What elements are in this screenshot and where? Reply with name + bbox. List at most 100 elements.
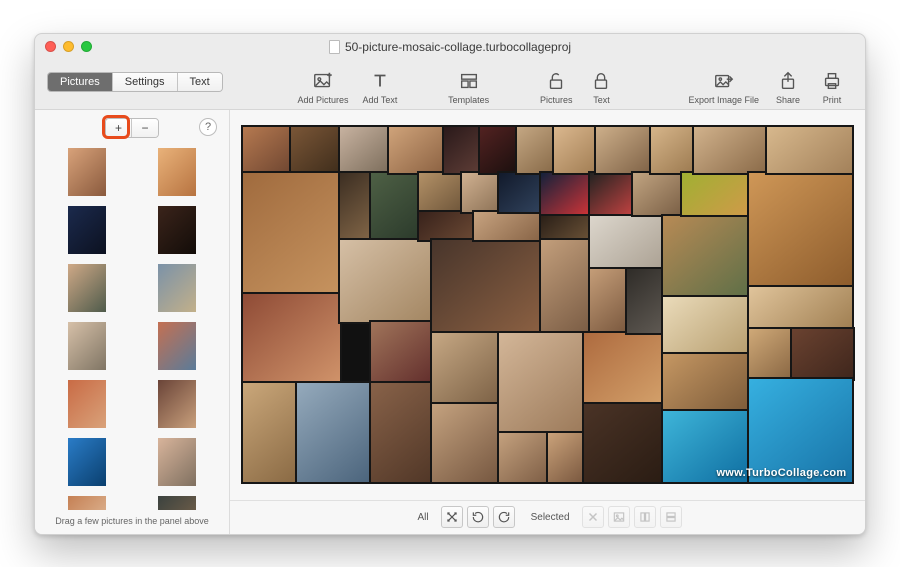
canvas-wrap: www.TurboCollage.com [230,110,865,500]
help-button[interactable]: ? [199,118,217,136]
collage-tile[interactable] [633,173,682,216]
collage-tile[interactable] [663,216,748,298]
flip-h-selected-button[interactable] [634,506,656,528]
collage-tile[interactable] [243,383,298,483]
collage-tile[interactable] [694,127,767,173]
add-text-button[interactable]: Add Text [357,61,404,105]
lock-text-button[interactable]: Text [580,61,622,105]
tab-pictures[interactable]: Pictures [48,73,113,91]
window-title-text: 50-picture-mosaic-collage.turbocollagepr… [345,40,571,54]
collage-tile[interactable] [371,383,432,483]
collage-tile[interactable] [541,216,590,241]
collage-tile[interactable] [371,322,432,383]
thumbnail[interactable] [158,206,196,254]
templates-button[interactable]: Templates [442,61,495,105]
thumbnail-list[interactable] [35,140,229,510]
collage-tile[interactable] [474,212,541,240]
refresh-all-button[interactable] [493,506,515,528]
add-remove-group: + − [105,118,159,138]
collage-tile[interactable] [297,383,370,483]
thumbnail[interactable] [68,380,106,428]
collage-tile[interactable] [291,127,340,173]
collage-tile[interactable] [444,127,481,173]
collage-tile[interactable] [432,333,499,404]
thumbnail[interactable] [158,380,196,428]
collage-tile[interactable] [749,287,853,330]
document-icon [329,40,340,54]
collage-tile[interactable] [663,354,748,411]
thumbnail[interactable] [158,496,196,510]
collage-tile[interactable] [499,433,548,483]
delete-selected-button[interactable] [582,506,604,528]
thumbnail[interactable] [68,206,106,254]
picture-plus-icon [312,70,334,92]
image-icon [612,510,626,524]
thumbnail[interactable] [158,438,196,486]
collage-tile[interactable] [371,173,420,241]
collage-tile[interactable] [541,173,590,216]
add-picture-button[interactable]: + [106,119,132,137]
collage-tile[interactable] [419,212,474,240]
thumbnail[interactable] [158,322,196,370]
share-button[interactable]: Share [767,61,809,105]
thumbnail[interactable] [68,264,106,312]
collage-tile[interactable] [419,173,462,212]
columns-icon [638,510,652,524]
selected-buttons-group [582,506,682,528]
collage-tile[interactable] [590,216,663,269]
collage-tile[interactable] [682,173,749,216]
collage-tile[interactable] [243,294,341,383]
crop-selected-button[interactable] [608,506,630,528]
toolbar: Pictures Settings Text Add Pictures Add … [35,60,865,110]
collage-tile[interactable] [554,127,597,173]
rotate-all-button[interactable] [467,506,489,528]
tab-settings[interactable]: Settings [113,73,178,91]
export-button[interactable]: Export Image File [682,61,765,105]
collage-tile[interactable] [480,127,517,173]
collage-tile[interactable] [767,127,852,173]
collage-tile[interactable] [243,127,292,173]
collage-tile[interactable] [340,240,432,322]
collage-tile[interactable] [499,333,584,433]
thumbnail[interactable] [158,148,196,196]
collage-tile[interactable] [584,404,663,482]
collage-tile[interactable] [432,404,499,482]
collage-tile[interactable] [340,127,389,173]
export-label: Export Image File [688,95,759,105]
collage-tile[interactable] [389,127,444,173]
collage-tile[interactable] [792,329,853,379]
collage-tile[interactable] [432,240,542,333]
thumbnail[interactable] [68,148,106,196]
remove-picture-button[interactable]: − [132,119,158,137]
add-pictures-label: Add Pictures [297,95,348,105]
print-button[interactable]: Print [811,61,853,105]
add-pictures-button[interactable]: Add Pictures [291,61,354,105]
collage-tile[interactable] [749,329,792,379]
collage-tile[interactable] [541,240,590,333]
collage-tile[interactable] [548,433,585,483]
collage-canvas[interactable]: www.TurboCollage.com [242,126,854,484]
thumbnail[interactable] [68,322,106,370]
collage-tile[interactable] [499,173,542,212]
thumbnail[interactable] [158,264,196,312]
all-label: All [417,512,428,523]
collage-tile[interactable] [340,173,371,241]
collage-tile[interactable] [584,333,663,404]
lock-pictures-button[interactable]: Pictures [534,61,579,105]
lock-pictures-label: Pictures [540,95,573,105]
flip-v-selected-button[interactable] [660,506,682,528]
thumbnail[interactable] [68,496,106,510]
tab-text[interactable]: Text [178,73,222,91]
collage-tile[interactable] [590,173,633,216]
thumbnail[interactable] [68,438,106,486]
collage-tile[interactable] [243,173,341,294]
collage-tile[interactable] [517,127,554,173]
collage-tile[interactable] [749,173,853,287]
collage-tile[interactable] [590,269,627,333]
collage-tile[interactable] [462,173,499,212]
collage-tile[interactable] [596,127,651,173]
collage-tile[interactable] [663,297,748,354]
shuffle-all-button[interactable] [441,506,463,528]
export-icon [713,70,735,92]
collage-tile[interactable] [651,127,694,173]
